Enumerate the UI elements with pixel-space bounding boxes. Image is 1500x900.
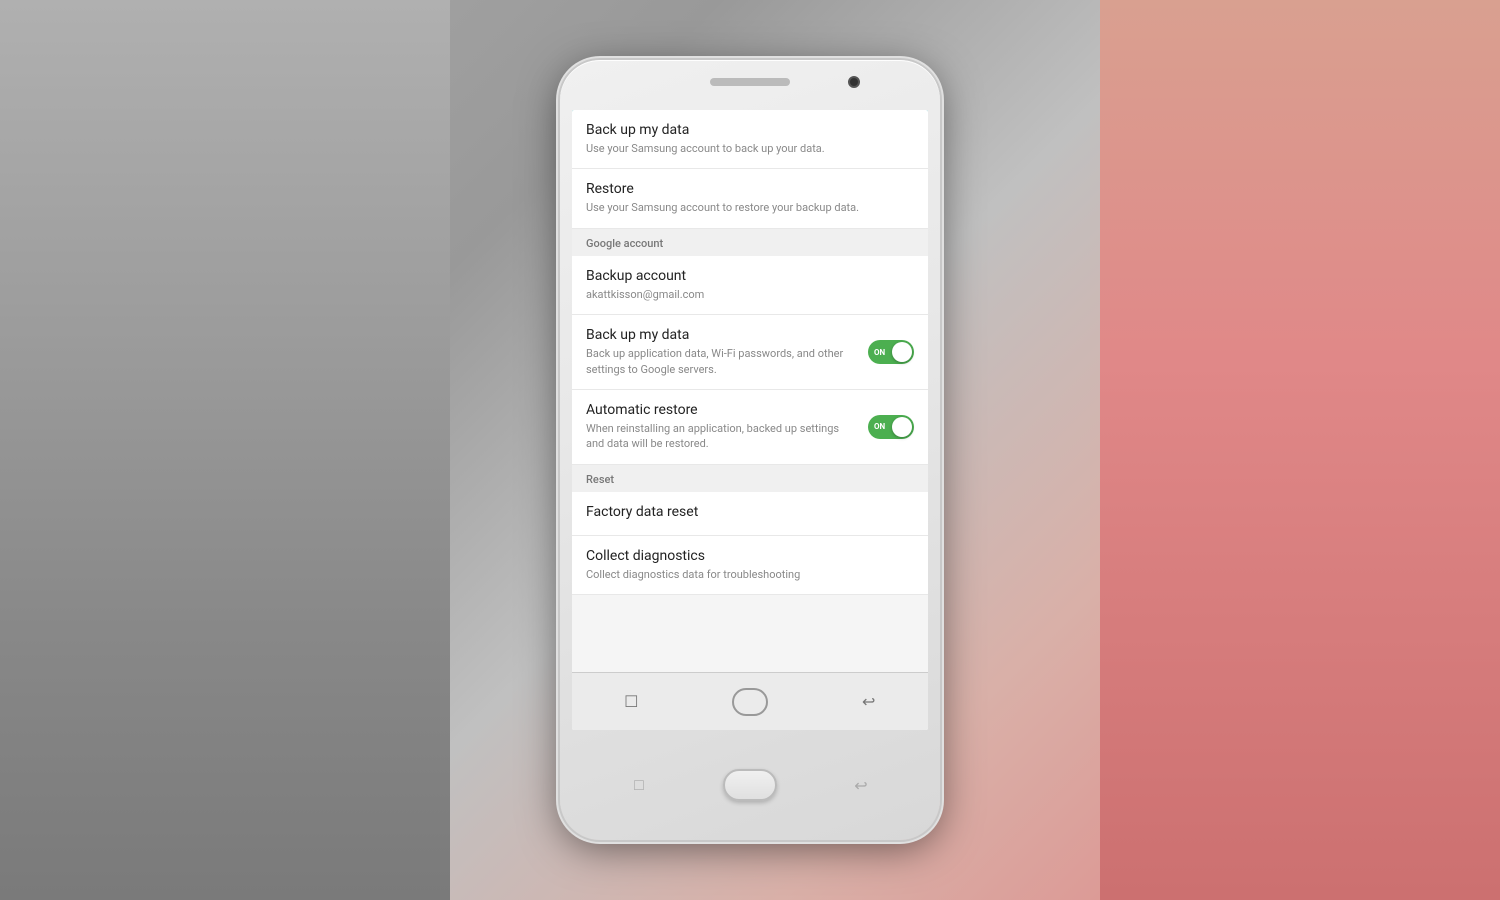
toggle-thumb [892,342,912,362]
restore-item[interactable]: Restore Use your Samsung account to rest… [572,169,928,228]
reset-header: Reset [572,465,928,492]
backup-account-item[interactable]: Backup account akattkisson@gmail.com [572,256,928,315]
restore-desc: Use your Samsung account to restore your… [586,200,914,215]
toggle-thumb-2 [892,417,912,437]
google-account-header: Google account [572,229,928,256]
recent-icon: □ [634,775,644,795]
backup-data-google-item[interactable]: Back up my data Back up application data… [572,315,928,390]
backup-my-data-samsung[interactable]: Back up my data Use your Samsung account… [572,110,928,169]
restore-title: Restore [586,181,914,197]
backup-samsung-desc: Use your Samsung account to back up your… [586,141,914,156]
screen-content: Back up my data Use your Samsung account… [572,110,928,672]
home-physical-btn[interactable] [723,769,777,801]
backup-samsung-title: Back up my data [586,122,914,138]
collect-diag-title: Collect diagnostics [586,548,914,564]
backup-account-title: Backup account [586,268,914,284]
phone-screen: ↺ ⏰ ☐ ↓ 📶 Ⅰ 77% 🔋 3:22 PM ← Backup and r… [572,110,928,730]
back-soft-btn[interactable]: ↩ [847,775,875,795]
phone-shell: ↺ ⏰ ☐ ↓ 📶 Ⅰ 77% 🔋 3:22 PM ← Backup and r… [560,60,940,840]
automatic-restore-item[interactable]: Automatic restore When reinstalling an a… [572,390,928,465]
phone-container: ↺ ⏰ ☐ ↓ 📶 Ⅰ 77% 🔋 3:22 PM ← Backup and r… [560,60,940,840]
phone-speaker [710,78,790,86]
collect-diagnostics-item[interactable]: Collect diagnostics Collect diagnostics … [572,536,928,595]
auto-restore-title: Automatic restore [586,402,854,418]
backup-account-email: akattkisson@gmail.com [586,287,914,302]
auto-restore-desc: When reinstalling an application, backed… [586,421,854,452]
recent-soft-btn[interactable]: □ [625,775,653,795]
back-nav-icon: ↩ [862,692,875,711]
back-icon: ↩ [854,776,867,795]
home-icon [732,688,768,716]
backup-data-google-title: Back up my data [586,327,854,343]
factory-reset-item[interactable]: Factory data reset [572,492,928,536]
home-button[interactable] [732,684,768,720]
recent-apps-icon: ☐ [624,692,638,711]
backup-data-google-desc: Back up application data, Wi-Fi password… [586,346,854,377]
factory-reset-title: Factory data reset [586,504,914,520]
backup-data-toggle[interactable]: ON [862,340,914,364]
collect-diag-desc: Collect diagnostics data for troubleshoo… [586,567,914,582]
bg-left [0,0,450,900]
auto-restore-toggle[interactable]: ON [862,415,914,439]
bottom-nav-bar: ☐ ↩ [572,672,928,730]
phone-bottom-bar: □ ↩ [560,730,940,840]
phone-camera [848,76,860,88]
back-nav-button[interactable]: ↩ [851,684,887,720]
recent-apps-button[interactable]: ☐ [613,684,649,720]
bg-right [1100,0,1500,900]
